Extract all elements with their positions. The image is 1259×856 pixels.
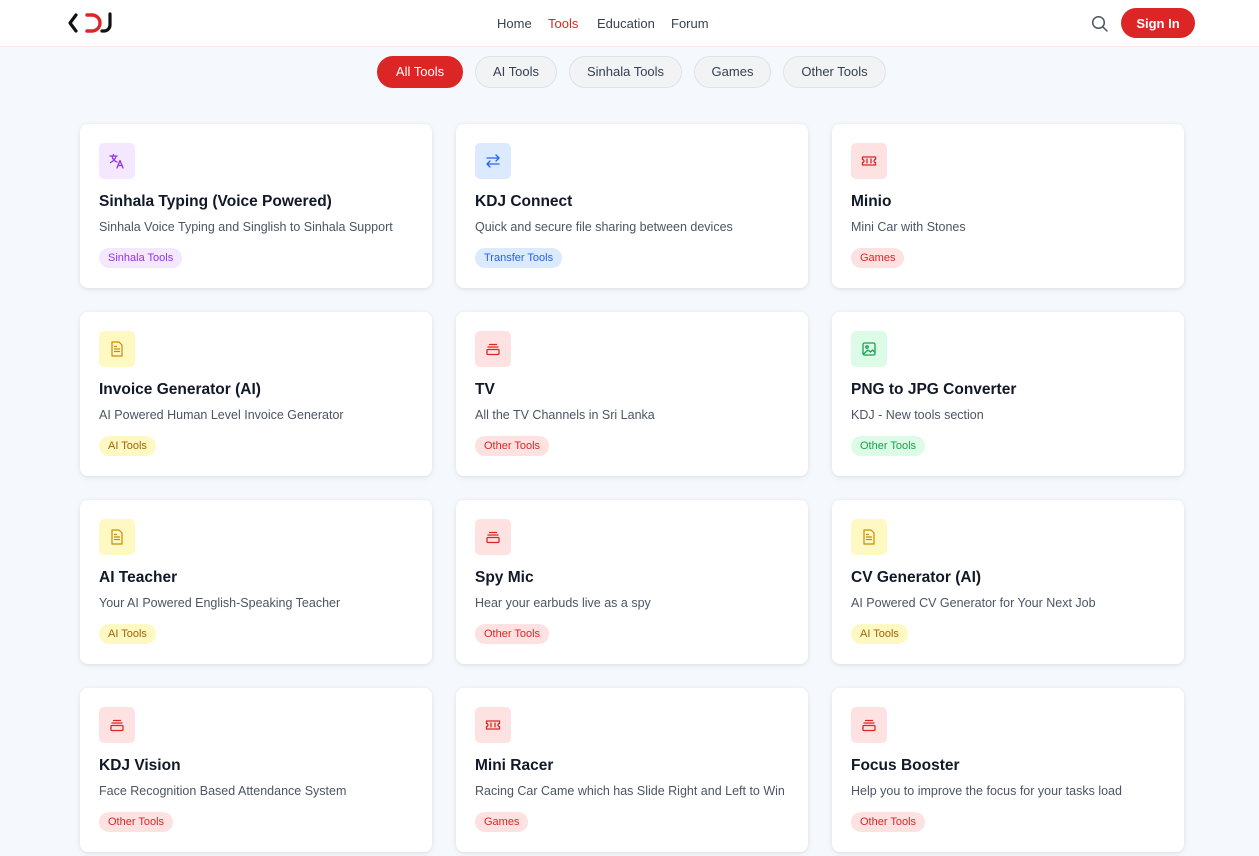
tool-card[interactable]: Sinhala Typing (Voice Powered) Sinhala V…	[80, 124, 432, 288]
translate-icon	[99, 143, 135, 179]
tool-description: AI Powered CV Generator for Your Next Jo…	[851, 596, 1096, 610]
tool-description: KDJ - New tools section	[851, 408, 984, 422]
tool-title: KDJ Vision	[99, 757, 181, 774]
tool-category-badge: Sinhala Tools	[99, 248, 183, 268]
filter-other-tools[interactable]: Other Tools	[783, 56, 886, 88]
tool-title: Minio	[851, 193, 892, 210]
tool-title: KDJ Connect	[475, 193, 573, 210]
tool-card[interactable]: Mini Racer Racing Car Came which has Sli…	[456, 688, 808, 852]
tool-description: Face Recognition Based Attendance System	[99, 784, 347, 798]
tool-category-badge: Other Tools	[851, 436, 926, 456]
tool-description: AI Powered Human Level Invoice Generator	[99, 408, 344, 422]
main-nav: Home Tools Education Forum	[0, 0, 1259, 47]
nav-home-link[interactable]: Home	[497, 16, 532, 31]
search-icon[interactable]	[1090, 14, 1110, 34]
document-icon	[851, 519, 887, 555]
tool-category-badge: Other Tools	[475, 436, 550, 456]
tool-title: Focus Booster	[851, 757, 960, 774]
stack-icon	[475, 519, 511, 555]
tool-card[interactable]: CV Generator (AI) AI Powered CV Generato…	[832, 500, 1184, 664]
stack-icon	[99, 707, 135, 743]
tool-title: CV Generator (AI)	[851, 569, 982, 586]
filter-all-tools[interactable]: All Tools	[377, 56, 463, 88]
tool-description: Sinhala Voice Typing and Singlish to Sin…	[99, 220, 393, 234]
filter-sinhala-tools[interactable]: Sinhala Tools	[569, 56, 682, 88]
tool-description: Hear your earbuds live as a spy	[475, 596, 651, 610]
ticket-icon	[475, 707, 511, 743]
document-icon	[99, 331, 135, 367]
top-nav-bar: Home Tools Education Forum Sign In	[0, 0, 1259, 47]
tool-title: Spy Mic	[475, 569, 534, 586]
tool-card[interactable]: KDJ Vision Face Recognition Based Attend…	[80, 688, 432, 852]
tool-category-badge: AI Tools	[99, 624, 156, 644]
tool-category-badge: Other Tools	[851, 812, 926, 832]
tool-category-badge: Other Tools	[99, 812, 174, 832]
nav-forum-link[interactable]: Forum	[671, 16, 709, 31]
tool-card[interactable]: KDJ Connect Quick and secure file sharin…	[456, 124, 808, 288]
tool-description: Quick and secure file sharing between de…	[475, 220, 733, 234]
tool-category-badge: Transfer Tools	[475, 248, 563, 268]
tool-card[interactable]: AI Teacher Your AI Powered English-Speak…	[80, 500, 432, 664]
sign-in-button[interactable]: Sign In	[1121, 8, 1195, 38]
tool-title: AI Teacher	[99, 569, 178, 586]
tool-category-badge: Games	[851, 248, 905, 268]
tool-card[interactable]: Focus Booster Help you to improve the fo…	[832, 688, 1184, 852]
nav-education-link[interactable]: Education	[597, 16, 655, 31]
tool-title: Invoice Generator (AI)	[99, 381, 261, 398]
stack-icon	[851, 707, 887, 743]
tool-category-badge: AI Tools	[851, 624, 908, 644]
tool-card[interactable]: TV All the TV Channels in Sri Lanka Othe…	[456, 312, 808, 476]
tool-description: Racing Car Came which has Slide Right an…	[475, 784, 785, 798]
filter-games[interactable]: Games	[694, 56, 771, 88]
stack-icon	[475, 331, 511, 367]
tool-category-badge: Games	[475, 812, 529, 832]
nav-tools-link[interactable]: Tools	[548, 16, 578, 31]
image-icon	[851, 331, 887, 367]
tool-description: All the TV Channels in Sri Lanka	[475, 408, 655, 422]
transfer-arrows-icon	[475, 143, 511, 179]
tool-description: Mini Car with Stones	[851, 220, 966, 234]
tool-card[interactable]: Minio Mini Car with Stones Games	[832, 124, 1184, 288]
tool-title: PNG to JPG Converter	[851, 381, 1017, 398]
tool-category-badge: Other Tools	[475, 624, 550, 644]
tool-title: Sinhala Typing (Voice Powered)	[99, 193, 332, 210]
tool-card[interactable]: Spy Mic Hear your earbuds live as a spy …	[456, 500, 808, 664]
document-icon	[99, 519, 135, 555]
tool-title: TV	[475, 381, 495, 398]
ticket-icon	[851, 143, 887, 179]
tool-card[interactable]: PNG to JPG Converter KDJ - New tools sec…	[832, 312, 1184, 476]
filter-ai-tools[interactable]: AI Tools	[475, 56, 557, 88]
tool-category-badge: AI Tools	[99, 436, 156, 456]
tool-title: Mini Racer	[475, 757, 554, 774]
tool-description: Your AI Powered English-Speaking Teacher	[99, 596, 341, 610]
tool-card[interactable]: Invoice Generator (AI) AI Powered Human …	[80, 312, 432, 476]
tool-description: Help you to improve the focus for your t…	[851, 784, 1122, 798]
